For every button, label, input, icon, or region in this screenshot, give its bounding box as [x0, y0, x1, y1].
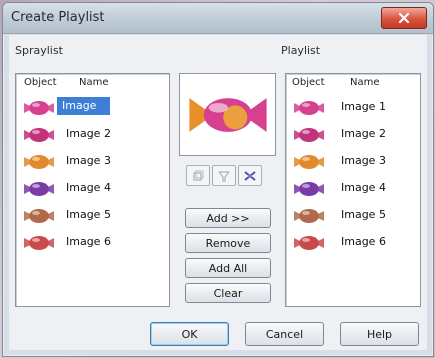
filter-button[interactable] [212, 165, 236, 186]
preview-image [179, 73, 276, 156]
candy-magenta-icon [22, 124, 56, 146]
remove-button[interactable]: Remove [185, 233, 271, 253]
spraylist-item-name: Image 3 [66, 154, 111, 167]
candy-orange-icon [22, 151, 56, 173]
playlist-item-name: Image 5 [341, 208, 386, 221]
spraylist-list-item[interactable]: Image 4 [16, 175, 169, 202]
spraylist-label: Spraylist [15, 44, 63, 57]
spraylist-list-item[interactable]: Image 2 [16, 121, 169, 148]
candy-pink-icon [22, 97, 56, 119]
spraylist-item-name: Image 1 [57, 97, 110, 130]
playlist-list-item[interactable]: Image 6 [286, 229, 420, 256]
playlist-col-name[interactable]: Name [350, 77, 380, 88]
close-button[interactable] [381, 7, 427, 29]
candy-brown-icon [292, 205, 326, 227]
candy-purple-icon [292, 178, 326, 200]
window-title: Create Playlist [11, 10, 105, 25]
playlist-item-name: Image 3 [341, 154, 386, 167]
candy-brown-icon [22, 205, 56, 227]
filter-icon [218, 171, 230, 181]
close-icon [398, 12, 410, 24]
shuffle-icon [244, 170, 256, 181]
spraylist-item-name: Image 6 [66, 235, 111, 248]
candy-orange-icon [292, 151, 326, 173]
create-playlist-dialog: Create Playlist Spraylist Playlist Objec… [2, 2, 434, 357]
playlist-list-item[interactable]: Image 3 [286, 148, 420, 175]
ok-button[interactable]: OK [150, 322, 229, 346]
clear-button[interactable]: Clear [185, 283, 271, 303]
cancel-button[interactable]: Cancel [245, 322, 324, 346]
spraylist-item-name: Image 4 [66, 181, 111, 194]
playlist-list-item[interactable]: Image 4 [286, 175, 420, 202]
playlist-header: Object Name [286, 74, 420, 91]
candy-preview-icon [188, 97, 267, 132]
playlist-item-name: Image 2 [341, 127, 386, 140]
help-button[interactable]: Help [340, 322, 419, 346]
candy-magenta-icon [292, 124, 326, 146]
candy-purple-icon [22, 178, 56, 200]
spraylist-item-name: Image 2 [66, 127, 111, 140]
spraylist-item-name: Image 5 [66, 208, 111, 221]
playlist-label: Playlist [281, 44, 321, 57]
playlist-list-item[interactable]: Image 5 [286, 202, 420, 229]
add-all-button[interactable]: Add All [185, 258, 271, 278]
playlist-item-name: Image 6 [341, 235, 386, 248]
playlist-item-name: Image 4 [341, 181, 386, 194]
playlist-list-item[interactable]: Image 1 [286, 94, 420, 121]
playlist-item-name: Image 1 [341, 100, 386, 113]
candy-pink-icon [292, 97, 326, 119]
playlist-list-item[interactable]: Image 2 [286, 121, 420, 148]
spraylist-list-item[interactable]: Image 1 [16, 94, 169, 130]
dialog-body: Spraylist Playlist Object Name Image 1 Im… [9, 35, 427, 350]
spraylist-col-object[interactable]: Object [24, 77, 57, 88]
spraylist-list-item[interactable]: Image 6 [16, 229, 169, 256]
candy-red-icon [292, 232, 326, 254]
shuffle-button[interactable] [238, 165, 262, 186]
spraylist-list-item[interactable]: Image 3 [16, 148, 169, 175]
title-bar[interactable]: Create Playlist [3, 3, 433, 34]
spraylist-col-name[interactable]: Name [79, 77, 109, 88]
spraylist-header: Object Name [16, 74, 169, 91]
copy-icon [193, 170, 204, 180]
spraylist-listbox[interactable]: Object Name Image 1 Image 2 Image 3 Image 4… [15, 73, 170, 307]
spraylist-list-item[interactable]: Image 5 [16, 202, 169, 229]
add-button[interactable]: Add >> [185, 208, 271, 228]
candy-red-icon [22, 232, 56, 254]
playlist-listbox[interactable]: Object Name Image 1 Image 2 Image 3 Image 4… [285, 73, 421, 307]
move-up-button[interactable] [186, 165, 210, 186]
playlist-col-object[interactable]: Object [292, 77, 325, 88]
